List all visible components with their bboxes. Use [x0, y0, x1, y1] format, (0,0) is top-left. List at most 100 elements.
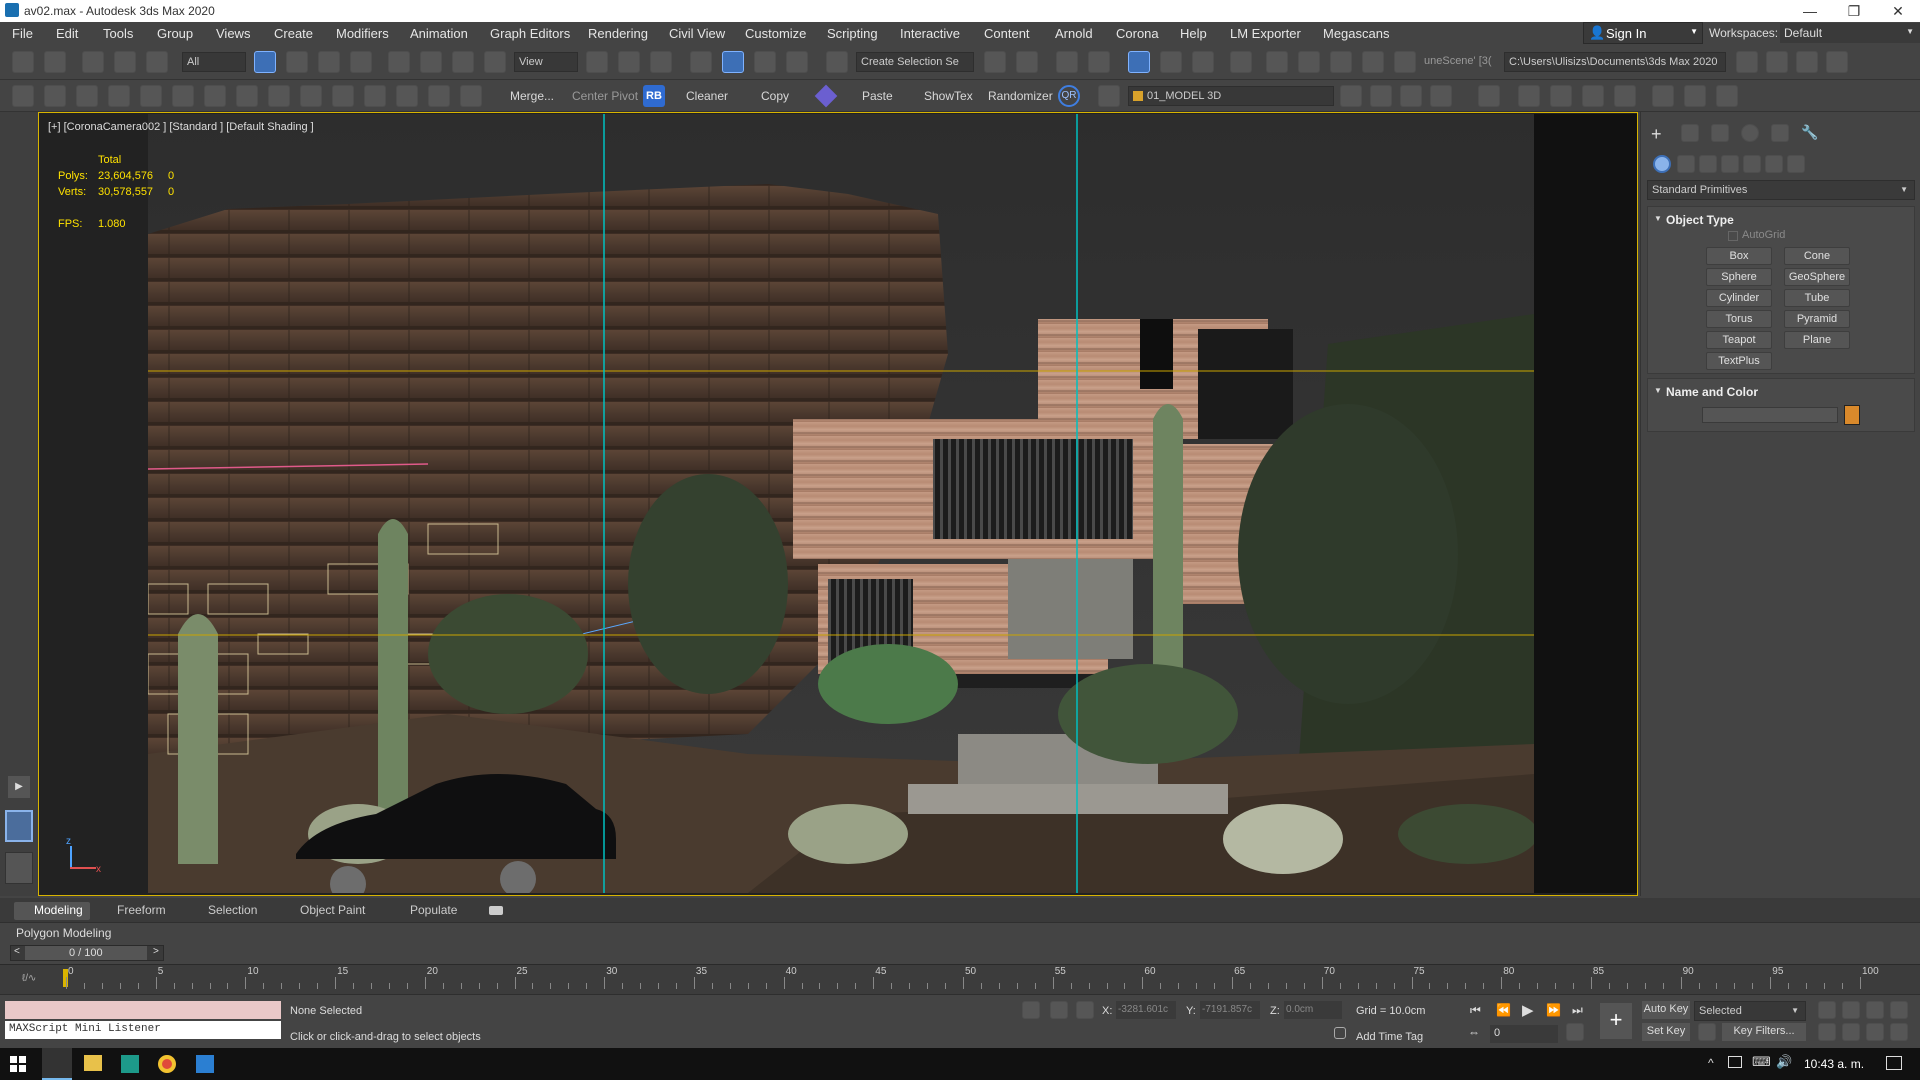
placement-icon[interactable] — [484, 51, 506, 73]
polygon-modeling-label[interactable]: Polygon Modeling — [16, 926, 111, 940]
create-layer-icon[interactable] — [1340, 85, 1362, 107]
qr-button[interactable]: QR — [1058, 85, 1080, 107]
tab-object-paint[interactable]: Object Paint — [300, 903, 365, 917]
rendered-frame-icon[interactable] — [1298, 51, 1320, 73]
menu-interactive[interactable]: Interactive — [900, 26, 960, 41]
current-frame-field[interactable]: 0 — [1490, 1025, 1558, 1043]
name-color-title[interactable]: Name and Color — [1666, 385, 1758, 399]
named-selection-dropdown[interactable]: Create Selection Se — [856, 52, 974, 72]
curve-editor-icon[interactable] — [1160, 51, 1182, 73]
menu-views[interactable]: Views — [216, 26, 250, 41]
restore-button[interactable]: ❐ — [1832, 0, 1876, 22]
isolate-selection-icon[interactable] — [1022, 1001, 1040, 1019]
file-explorer-icon[interactable] — [84, 1055, 102, 1071]
tab-modeling[interactable]: Modeling — [34, 903, 83, 917]
box-button[interactable]: Box — [1706, 247, 1772, 265]
pivot-icon[interactable] — [586, 51, 608, 73]
modify-tab-icon[interactable] — [1681, 124, 1699, 142]
layer-dropdown[interactable]: 01_MODEL 3D — [1128, 86, 1334, 106]
pan-icon[interactable] — [1818, 1023, 1836, 1041]
rotate-icon[interactable] — [420, 51, 442, 73]
utilities-tab-icon[interactable]: 🔧 — [1801, 124, 1818, 141]
frame-buffer-icon[interactable] — [300, 85, 322, 107]
snaps-toggle-icon[interactable] — [690, 51, 712, 73]
goto-start-icon[interactable]: ⏮ — [1470, 1003, 1481, 1018]
zoom-icon[interactable] — [1842, 1001, 1860, 1019]
plane-button[interactable]: Plane — [1784, 331, 1850, 349]
sun-icon[interactable] — [44, 85, 66, 107]
sphere-icon[interactable] — [1518, 85, 1540, 107]
single-viewport-layout-icon[interactable] — [5, 810, 33, 842]
ribbon-options-icon[interactable] — [489, 906, 503, 915]
align-icon[interactable] — [1016, 51, 1038, 73]
open-file-icon[interactable] — [1766, 51, 1788, 73]
helpers-icon[interactable] — [1743, 155, 1761, 173]
rb-button[interactable]: RB — [643, 85, 665, 107]
space-warps-icon[interactable] — [1765, 155, 1783, 173]
teapot-button[interactable]: Teapot — [1706, 331, 1772, 349]
motion-tab-icon[interactable] — [1741, 124, 1759, 142]
bulb-icon[interactable] — [460, 85, 482, 107]
bind-space-warp-icon[interactable] — [146, 51, 168, 73]
sphere-button[interactable]: Sphere — [1706, 268, 1772, 286]
x-coord-field[interactable]: -3281.601c — [1116, 1001, 1176, 1019]
percent-snap-icon[interactable] — [754, 51, 776, 73]
shapes-icon[interactable] — [1677, 155, 1695, 173]
camera-icon[interactable] — [76, 85, 98, 107]
volume-icon[interactable]: 🔊 — [1776, 1054, 1792, 1070]
windows-start-icon[interactable] — [10, 1056, 26, 1072]
display-tab-icon[interactable] — [1771, 124, 1789, 142]
category-dropdown[interactable]: Standard Primitives ▼ — [1647, 180, 1915, 200]
chrome-icon[interactable] — [158, 1055, 176, 1073]
cleaner-button[interactable]: Cleaner — [686, 89, 728, 103]
tube-button[interactable]: Tube — [1784, 289, 1850, 307]
crop-icon[interactable] — [396, 85, 418, 107]
menu-arnold[interactable]: Arnold — [1055, 26, 1093, 41]
render-production-icon[interactable] — [1330, 51, 1352, 73]
cameras-icon[interactable] — [1721, 155, 1739, 173]
angle-snap-icon[interactable] — [722, 51, 744, 73]
torus-button[interactable]: Torus — [1706, 310, 1772, 328]
sign-in-button[interactable]: 👤 Sign In ▼ — [1583, 22, 1703, 44]
absolute-mode-icon[interactable] — [1076, 1001, 1094, 1019]
object-color-swatch[interactable] — [1844, 405, 1860, 425]
menu-graph-editors[interactable]: Graph Editors — [490, 26, 570, 41]
render-setup-icon[interactable] — [1266, 51, 1288, 73]
proxy-icon[interactable] — [204, 85, 226, 107]
walk-through-icon[interactable] — [1842, 1023, 1860, 1041]
undo-icon[interactable] — [12, 51, 34, 73]
spinner-snap-icon[interactable] — [786, 51, 808, 73]
taskbar-3dsmax-icon[interactable] — [42, 1048, 72, 1080]
add-to-layer-icon[interactable] — [1370, 85, 1392, 107]
tab-selection[interactable]: Selection — [208, 903, 257, 917]
script-3-icon[interactable] — [1716, 85, 1738, 107]
scale-icon[interactable] — [452, 51, 474, 73]
tshirt-icon[interactable] — [1550, 85, 1572, 107]
menu-megascans[interactable]: Megascans — [1323, 26, 1389, 41]
zoom-extents-icon[interactable] — [1818, 1001, 1836, 1019]
play-icon[interactable]: ▶ — [1522, 1001, 1534, 1019]
center-pivot-button[interactable]: Center Pivot — [572, 89, 638, 103]
menu-content[interactable]: Content — [984, 26, 1030, 41]
collapse-arrow-icon[interactable]: ▼ — [1654, 214, 1662, 223]
menu-civil-view[interactable]: Civil View — [669, 26, 725, 41]
asset-manager-icon[interactable] — [364, 85, 386, 107]
viewport-scene[interactable] — [148, 114, 1534, 893]
textplus-button[interactable]: TextPlus — [1706, 352, 1772, 370]
track-bar[interactable]: ℓ/∿ 0 5 10 15 20 25 30 35 40 45 50 55 60 65 70 75 80 85 90… — [0, 964, 1920, 994]
unlink-icon[interactable] — [114, 51, 136, 73]
window-crossing-icon[interactable] — [350, 51, 372, 73]
object-type-title[interactable]: Object Type — [1666, 213, 1734, 227]
layer-manager-icon[interactable] — [1056, 51, 1078, 73]
close-button[interactable]: ✕ — [1876, 0, 1920, 22]
rectangular-selection-icon[interactable] — [318, 51, 340, 73]
key-filters-button[interactable]: Key Filters... — [1722, 1023, 1806, 1041]
pyramid-button[interactable]: Pyramid — [1784, 310, 1850, 328]
layer-stack-icon[interactable] — [1430, 85, 1452, 107]
dolly-icon[interactable] — [1866, 1001, 1884, 1019]
object-name-field[interactable] — [1702, 407, 1838, 423]
expand-arrow-icon[interactable]: ▶ — [8, 776, 30, 798]
orbit-icon[interactable] — [428, 85, 450, 107]
default-tangent-icon[interactable] — [1698, 1023, 1716, 1041]
keyboard-icon[interactable]: ⌨ — [1752, 1054, 1771, 1070]
